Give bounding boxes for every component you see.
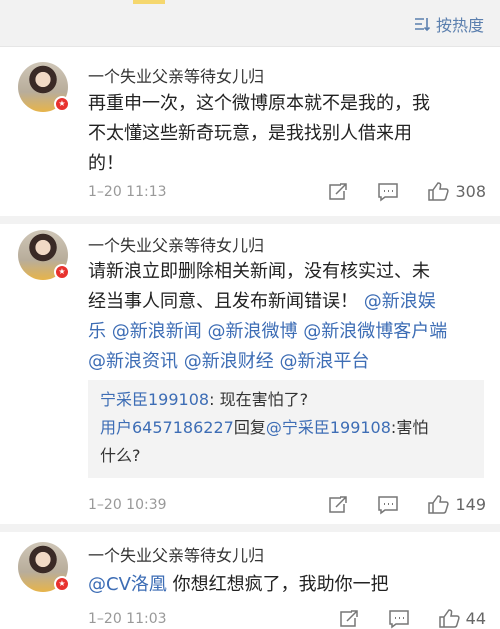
like-button[interactable]: 44 xyxy=(438,608,486,629)
timestamp: 1–20 11:13 xyxy=(88,184,167,200)
verified-badge-icon: ★ xyxy=(54,264,70,280)
reply-text: 现在害怕了? xyxy=(219,390,309,409)
verified-badge-icon: ★ xyxy=(54,576,70,592)
mention-link[interactable]: @新浪娱 xyxy=(364,291,436,312)
tab-indicator xyxy=(133,0,165,4)
reply-sep: : xyxy=(209,390,220,409)
share-button[interactable] xyxy=(327,495,349,515)
username[interactable]: 一个失业父亲等待女儿归 xyxy=(88,63,264,87)
comment-actions: 308 xyxy=(327,181,486,202)
mention-link[interactable]: @新浪新闻 xyxy=(112,321,202,342)
text-segment: 请新浪立即删除相关新闻，没有核实过、未 xyxy=(88,261,430,282)
comment-3: ★ 一个失业父亲等待女儿归 @CV洛凰 你想红想疯了，我助你一把 1–20 11… xyxy=(0,532,500,629)
like-button[interactable]: 149 xyxy=(427,494,486,515)
reply-verb: 回复 xyxy=(233,418,266,437)
username[interactable]: 一个失业父亲等待女儿归 xyxy=(88,542,264,566)
reply-text: 害怕 xyxy=(396,418,429,437)
timestamp: 1–20 11:03 xyxy=(88,611,167,627)
mention-link[interactable]: @CV洛凰 xyxy=(88,574,167,595)
mention-link[interactable]: @新浪平台 xyxy=(279,351,369,372)
sort-icon xyxy=(414,18,431,32)
reply-item: 用户6457186227回复@宁采臣199108:害怕 xyxy=(100,414,472,442)
comment-line: @新浪资讯 @新浪财经 @新浪平台 xyxy=(88,347,483,377)
comment-text: @CV洛凰 你想红想疯了，我助你一把 xyxy=(88,570,483,600)
thumbs-up-icon xyxy=(428,182,450,201)
share-icon xyxy=(329,495,348,513)
reply-text: 什么? xyxy=(100,446,141,465)
share-button[interactable] xyxy=(327,182,349,202)
reply-author[interactable]: 宁采臣199108 xyxy=(100,390,209,409)
like-count: 44 xyxy=(465,609,486,628)
comment-line: 不太懂这些新奇玩意，是我找别人借来用 xyxy=(88,123,412,144)
comment-text: 再重申一次，这个微博原本就不是我的，我 不太懂这些新奇玩意，是我找别人借来用 的… xyxy=(88,89,483,179)
top-bar: 按热度 xyxy=(0,0,500,47)
separator xyxy=(0,524,500,532)
text-segment: 经当事人同意、且发布新闻错误！ xyxy=(88,291,358,312)
like-count: 308 xyxy=(455,182,486,201)
reply-author[interactable]: 用户6457186227 xyxy=(100,418,234,437)
share-button[interactable] xyxy=(338,609,360,629)
reply-button[interactable] xyxy=(377,495,399,515)
share-icon xyxy=(339,609,358,627)
comment-actions: 149 xyxy=(327,494,486,515)
verified-badge-icon: ★ xyxy=(54,96,70,112)
comment-line: 的！ xyxy=(88,153,124,174)
share-icon xyxy=(329,182,348,200)
mention-link[interactable]: @新浪微博客户端 xyxy=(303,321,447,342)
comment-1: ★ 一个失业父亲等待女儿归 再重申一次，这个微博原本就不是我的，我 不太懂这些新… xyxy=(0,47,500,216)
mention-link[interactable]: @新浪财经 xyxy=(184,351,274,372)
comment-actions: 44 xyxy=(338,608,486,629)
comment-line: 经当事人同意、且发布新闻错误！ @新浪娱 xyxy=(88,287,483,317)
replies-box[interactable]: 宁采臣199108: 现在害怕了? 用户6457186227回复@宁采臣1991… xyxy=(88,380,484,478)
sort-by-hot-button[interactable]: 按热度 xyxy=(413,12,484,36)
timestamp: 1–20 10:39 xyxy=(88,497,167,513)
text-segment: 你想红想疯了，我助你一把 xyxy=(166,574,389,595)
reply-item: 宁采臣199108: 现在害怕了? xyxy=(100,386,472,414)
username[interactable]: 一个失业父亲等待女儿归 xyxy=(88,232,264,256)
comment-2: ★ 一个失业父亲等待女儿归 请新浪立即删除相关新闻，没有核实过、未 经当事人同意… xyxy=(0,224,500,524)
mention-link[interactable]: @新浪资讯 xyxy=(88,351,178,372)
comment-line: 再重申一次，这个微博原本就不是我的，我 xyxy=(88,93,430,114)
thumbs-up-icon xyxy=(438,609,460,628)
comment-icon xyxy=(378,182,399,201)
comment-icon xyxy=(378,495,399,514)
mention-link[interactable]: @新浪微博 xyxy=(207,321,297,342)
reply-button[interactable] xyxy=(377,182,399,202)
sort-label: 按热度 xyxy=(435,16,484,35)
like-count: 149 xyxy=(455,495,486,514)
mention-link[interactable]: 乐 xyxy=(88,321,106,342)
thumbs-up-icon xyxy=(428,495,450,514)
separator xyxy=(0,216,500,224)
reply-target[interactable]: @宁采臣199108 xyxy=(266,418,391,437)
comment-line: 乐 @新浪新闻 @新浪微博 @新浪微博客户端 xyxy=(88,317,483,347)
comment-icon xyxy=(388,609,409,628)
reply-button[interactable] xyxy=(388,609,410,629)
like-button[interactable]: 308 xyxy=(427,181,486,202)
reply-item: 什么? xyxy=(100,442,472,470)
comment-text: 请新浪立即删除相关新闻，没有核实过、未 经当事人同意、且发布新闻错误！ @新浪娱… xyxy=(88,257,483,377)
comment-line: 请新浪立即删除相关新闻，没有核实过、未 xyxy=(88,257,483,287)
